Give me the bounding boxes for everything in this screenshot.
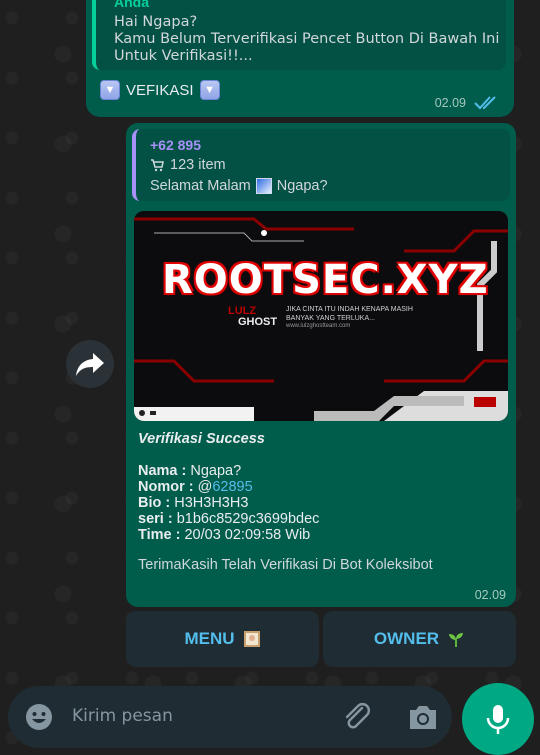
forward-button[interactable]: [66, 340, 114, 388]
message-bubble-verification-success[interactable]: +62 895 123 item Selamat Malam Ngapa? RO…: [126, 123, 516, 607]
cart-icon: [151, 159, 164, 172]
message-input[interactable]: Kirim pesan: [72, 706, 173, 726]
field-row-nomor: Nomor : @62895: [138, 479, 508, 495]
phone-link[interactable]: 62895: [212, 479, 252, 495]
microphone-icon: [486, 705, 510, 734]
verify-label: VEFIKASI: [126, 81, 194, 99]
field-row-bio: Bio : H3H3H3H3: [138, 495, 508, 511]
caption-title: Verifikasi Success: [138, 431, 265, 447]
quick-reply-buttons: MENU OWNER: [126, 611, 516, 667]
greeting-prefix: Selamat Malam: [150, 178, 251, 194]
mic-button[interactable]: [462, 683, 534, 755]
down-arrow-emoji-icon: ▼: [199, 80, 220, 100]
frame-emoji-icon: [243, 631, 260, 647]
greeting-suffix: Ngapa?: [276, 178, 328, 194]
quoted-greeting: Selamat Malam Ngapa?: [150, 178, 328, 194]
field-value: 20/03 02:09:58 Wib: [184, 527, 311, 543]
down-arrow-emoji-icon: ▼: [100, 80, 120, 100]
owner-button-label: OWNER: [373, 629, 440, 648]
thanks-text: TerimaKasih Telah Verifikasi Di Bot Kole…: [138, 557, 433, 573]
message-bubble-verification-request[interactable]: Anda Hai Ngapa? Kamu Belum Terverifikasi…: [86, 0, 514, 117]
camera-icon[interactable]: [406, 701, 440, 733]
banner-site: www.lulzghostteam.com: [286, 323, 351, 329]
message-text: ▼ VEFIKASI ▼: [100, 80, 220, 100]
message-composer: Kirim pesan: [8, 686, 452, 748]
field-row-time: Time : 20/03 02:09:58 Wib: [138, 527, 508, 543]
field-label: Bio :: [138, 495, 171, 511]
emoji-icon[interactable]: [24, 702, 54, 732]
quoted-message[interactable]: Anda Hai Ngapa? Kamu Belum Terverifikasi…: [92, 0, 506, 70]
message-meta: 02.09: [475, 586, 506, 604]
message-caption: Verifikasi Success Nama : Ngapa? Nomor :…: [138, 431, 508, 543]
field-row-seri: seri : b1b6c8529c3699bdec: [138, 511, 508, 527]
forward-icon: [76, 353, 104, 376]
menu-button-label: MENU: [184, 629, 235, 648]
chart-emoji-icon: [255, 178, 272, 194]
quoted-author: Anda: [114, 0, 149, 10]
field-value-prefix: @: [197, 479, 213, 495]
quoted-text: Hai Ngapa? Kamu Belum Terverifikasi Penc…: [114, 14, 500, 64]
field-value: Ngapa?: [190, 463, 242, 479]
field-label: Nomor :: [138, 479, 194, 495]
field-label: seri :: [138, 511, 173, 527]
banner-title: ROOTSEC.XYZ: [162, 257, 489, 303]
owner-button[interactable]: OWNER: [323, 611, 516, 667]
double-check-icon: [474, 96, 496, 110]
field-row-nama: Nama : Ngapa?: [138, 463, 508, 479]
quoted-message[interactable]: +62 895 123 item Selamat Malam Ngapa?: [132, 129, 510, 201]
message-time: 02.09: [474, 588, 506, 602]
item-count-label: 123 item: [170, 157, 226, 173]
quoted-sender: +62 895: [150, 137, 201, 153]
banner-image[interactable]: ROOTSEC.XYZ LULZ GHOST JIKA CINTA ITU IN…: [134, 211, 508, 421]
message-meta: 02.09: [435, 95, 500, 111]
field-label: Time :: [138, 527, 181, 543]
menu-button[interactable]: MENU: [126, 611, 319, 667]
seedling-emoji-icon: [449, 633, 464, 647]
banner-ghost-text: GHOST: [238, 316, 278, 328]
field-label: Nama :: [138, 463, 187, 479]
message-time: 02.09: [434, 96, 466, 110]
field-value: b1b6c8529c3699bdec: [176, 511, 320, 527]
paperclip-icon[interactable]: [340, 700, 374, 734]
banner-tagline: JIKA CINTA ITU INDAH KENAPA MASIH BANYAK…: [286, 306, 413, 322]
field-value: H3H3H3H3: [174, 495, 249, 511]
quoted-item-count: 123 item: [150, 157, 226, 173]
